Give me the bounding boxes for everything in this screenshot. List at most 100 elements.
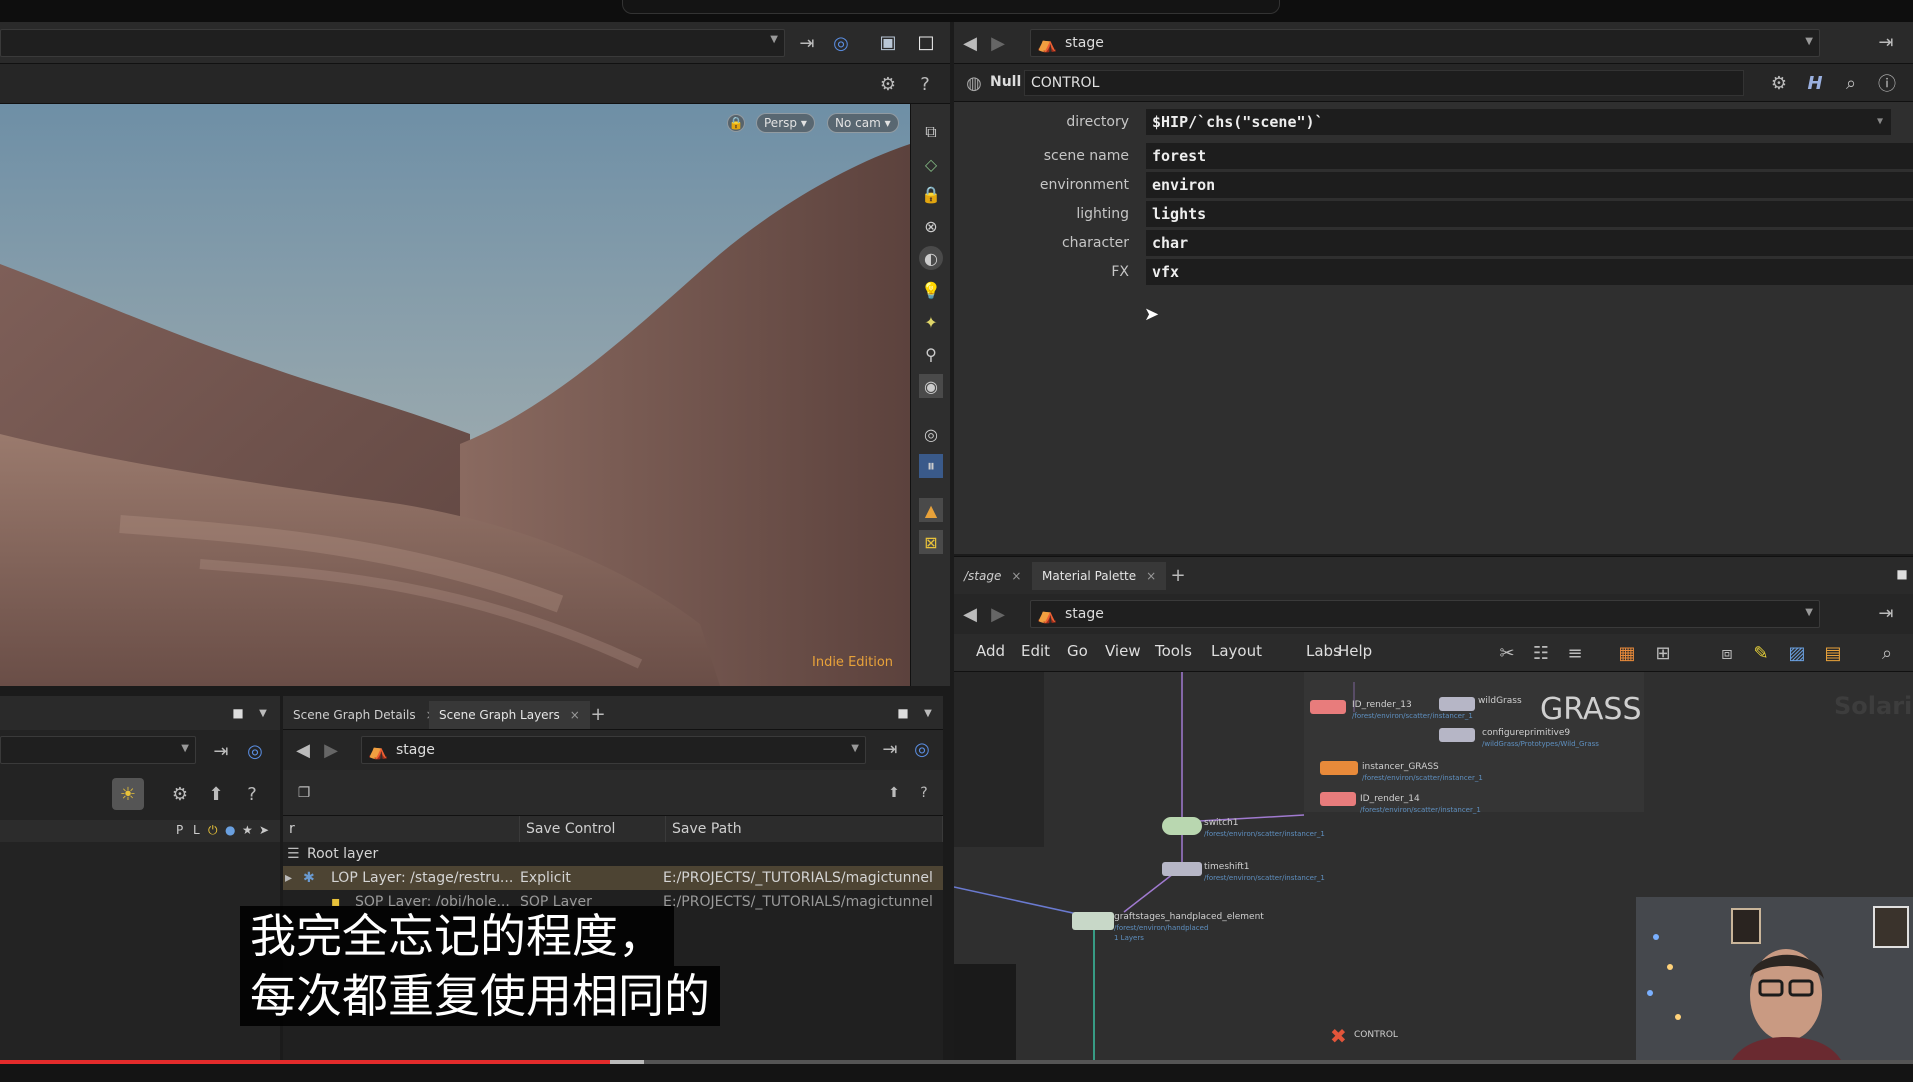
- 3d-viewport[interactable]: 🔒 Persp ▾ No cam ▾ Indie Edition: [0, 104, 910, 686]
- close-icon[interactable]: ×: [1146, 569, 1156, 583]
- node-name-field[interactable]: CONTROL: [1024, 70, 1744, 96]
- sticky-note-icon[interactable]: ✎: [1748, 640, 1774, 666]
- tab-scene-graph-layers[interactable]: Scene Graph Layers ×: [429, 701, 590, 729]
- tab-scene-graph-details[interactable]: Scene Graph Details×: [283, 701, 446, 729]
- headlight-icon[interactable]: ◐: [919, 246, 943, 270]
- node-id-render-13[interactable]: [1310, 700, 1346, 714]
- close-icon[interactable]: ×: [1011, 569, 1021, 583]
- chevron-down-icon[interactable]: ▼: [919, 704, 937, 722]
- grid-icon[interactable]: ⊞: [1650, 640, 1676, 666]
- tab-material-palette[interactable]: Material Palette ×: [1032, 562, 1167, 590]
- grid-off-icon[interactable]: ⊠: [919, 530, 943, 554]
- lock-icon[interactable]: 🔒: [727, 114, 745, 132]
- table-row[interactable]: ▸ ✱ LOP Layer: /stage/restru... Explicit…: [283, 866, 943, 890]
- list-icon[interactable]: ≡: [1562, 640, 1588, 666]
- pause-icon[interactable]: ⏸: [919, 454, 943, 478]
- node-timeshift1[interactable]: [1162, 862, 1202, 876]
- eye-icon[interactable]: ◎: [919, 422, 943, 446]
- node-switch1[interactable]: [1162, 817, 1202, 835]
- lighting-field[interactable]: lights: [1146, 201, 1913, 227]
- col-header-save-path[interactable]: Save Path: [666, 816, 943, 842]
- color-palette-icon[interactable]: ▦: [1614, 640, 1640, 666]
- image-add-icon[interactable]: ▨: [1784, 640, 1810, 666]
- scene-graph-path-dropdown[interactable]: ⛺ stage ▼: [361, 736, 866, 764]
- node-configureprimitive9[interactable]: [1439, 728, 1475, 742]
- link-icon[interactable]: ◎: [911, 738, 933, 760]
- light-bulb-icon[interactable]: 💡: [919, 278, 943, 302]
- link-icon[interactable]: ◎: [830, 32, 852, 54]
- left-path-dropdown[interactable]: ▼: [0, 736, 196, 764]
- search-icon[interactable]: ⌕: [1838, 70, 1864, 96]
- menu-add[interactable]: Add: [976, 642, 1005, 660]
- node-control[interactable]: ✖: [1330, 1024, 1347, 1048]
- menu-layout[interactable]: Layout: [1211, 642, 1262, 660]
- node-instancer-grass[interactable]: [1320, 761, 1358, 775]
- menu-edit[interactable]: Edit: [1021, 642, 1050, 660]
- col-header-save-control[interactable]: Save Control: [520, 816, 666, 842]
- pin-icon[interactable]: ⇥: [1875, 31, 1897, 53]
- export-icon[interactable]: ⬆: [883, 782, 905, 804]
- gear-icon[interactable]: ⚙: [876, 72, 900, 96]
- network-path-dropdown[interactable]: ⛺ stage ▼: [1030, 600, 1820, 628]
- menu-go[interactable]: Go: [1067, 642, 1088, 660]
- help-icon[interactable]: ?: [913, 782, 935, 804]
- forward-arrow-icon[interactable]: ▶: [986, 602, 1010, 626]
- search-icon[interactable]: ⌕: [1874, 640, 1900, 666]
- menu-help[interactable]: Help: [1338, 642, 1372, 660]
- node-id-render-14[interactable]: [1320, 792, 1356, 806]
- back-arrow-icon[interactable]: ◀: [958, 31, 982, 55]
- viewport-path-dropdown[interactable]: ▼: [0, 29, 785, 57]
- maximize-icon[interactable]: □: [914, 30, 938, 54]
- tab-stage[interactable]: /stage ×: [954, 562, 1031, 590]
- gear-icon[interactable]: ⚙: [1766, 70, 1792, 96]
- cube-icon[interactable]: ▣: [876, 30, 900, 54]
- light-pin-icon[interactable]: ⚲: [919, 342, 943, 366]
- snap-icon[interactable]: ◇: [919, 152, 943, 176]
- back-arrow-icon[interactable]: ◀: [958, 602, 982, 626]
- sun-icon[interactable]: ☀: [112, 778, 144, 810]
- camera-dropdown[interactable]: No cam ▾: [827, 113, 899, 133]
- chevron-down-icon[interactable]: ▼: [254, 704, 272, 722]
- export-icon[interactable]: ⬆: [204, 782, 228, 806]
- houdini-help-icon[interactable]: H: [1802, 70, 1828, 96]
- shapes-icon[interactable]: ▲: [919, 498, 943, 522]
- tree-icon[interactable]: ☷: [1528, 640, 1554, 666]
- environment-field[interactable]: environ: [1146, 172, 1913, 198]
- menu-tools[interactable]: Tools: [1155, 642, 1192, 660]
- pin-icon[interactable]: ⇥: [1875, 602, 1897, 624]
- fx-field[interactable]: vfx: [1146, 259, 1913, 285]
- pane-icon[interactable]: ■: [893, 704, 913, 722]
- pin-icon[interactable]: ⇥: [879, 738, 901, 760]
- pane-icon[interactable]: ■: [228, 704, 248, 722]
- add-tab-icon[interactable]: +: [588, 704, 608, 725]
- render-icon[interactable]: ◉: [919, 374, 943, 398]
- link-icon[interactable]: ◎: [244, 740, 266, 762]
- gear-icon[interactable]: ⚙: [168, 782, 192, 806]
- help-icon[interactable]: ?: [913, 72, 937, 96]
- character-field[interactable]: char: [1146, 230, 1913, 256]
- display-options-icon[interactable]: ⧉: [919, 120, 943, 144]
- lock-camera-icon[interactable]: 🔒: [919, 182, 943, 206]
- pin-icon[interactable]: ⇥: [210, 740, 232, 762]
- help-icon[interactable]: ?: [240, 782, 264, 806]
- table-row[interactable]: ☰ Root layer: [283, 842, 943, 866]
- close-circle-icon[interactable]: ⊗: [919, 214, 943, 238]
- pane-icon[interactable]: ■: [1892, 565, 1912, 583]
- chevron-down-icon[interactable]: ▼: [1877, 109, 1883, 135]
- scene-name-field[interactable]: forest: [1146, 143, 1913, 169]
- light-icon[interactable]: ✦: [919, 310, 943, 334]
- subnet-icon[interactable]: ▤: [1820, 640, 1846, 666]
- back-arrow-icon[interactable]: ◀: [291, 738, 315, 762]
- forward-arrow-icon[interactable]: ▶: [986, 31, 1010, 55]
- expand-arrow-icon[interactable]: ▸: [285, 866, 292, 890]
- node-wildgrass[interactable]: [1439, 697, 1475, 711]
- menu-view[interactable]: View: [1105, 642, 1141, 660]
- menu-labs[interactable]: Labs: [1306, 642, 1341, 660]
- directory-field[interactable]: $HIP/`chs("scene")` ▼: [1146, 109, 1891, 135]
- layers-icon[interactable]: ❐: [293, 782, 315, 804]
- col-header-name[interactable]: r: [283, 816, 520, 842]
- wrench-icon[interactable]: ✂: [1494, 640, 1520, 666]
- forward-arrow-icon[interactable]: ▶: [319, 738, 343, 762]
- close-icon[interactable]: ×: [570, 708, 580, 722]
- parameter-path-dropdown[interactable]: ⛺ stage ▼: [1030, 29, 1820, 57]
